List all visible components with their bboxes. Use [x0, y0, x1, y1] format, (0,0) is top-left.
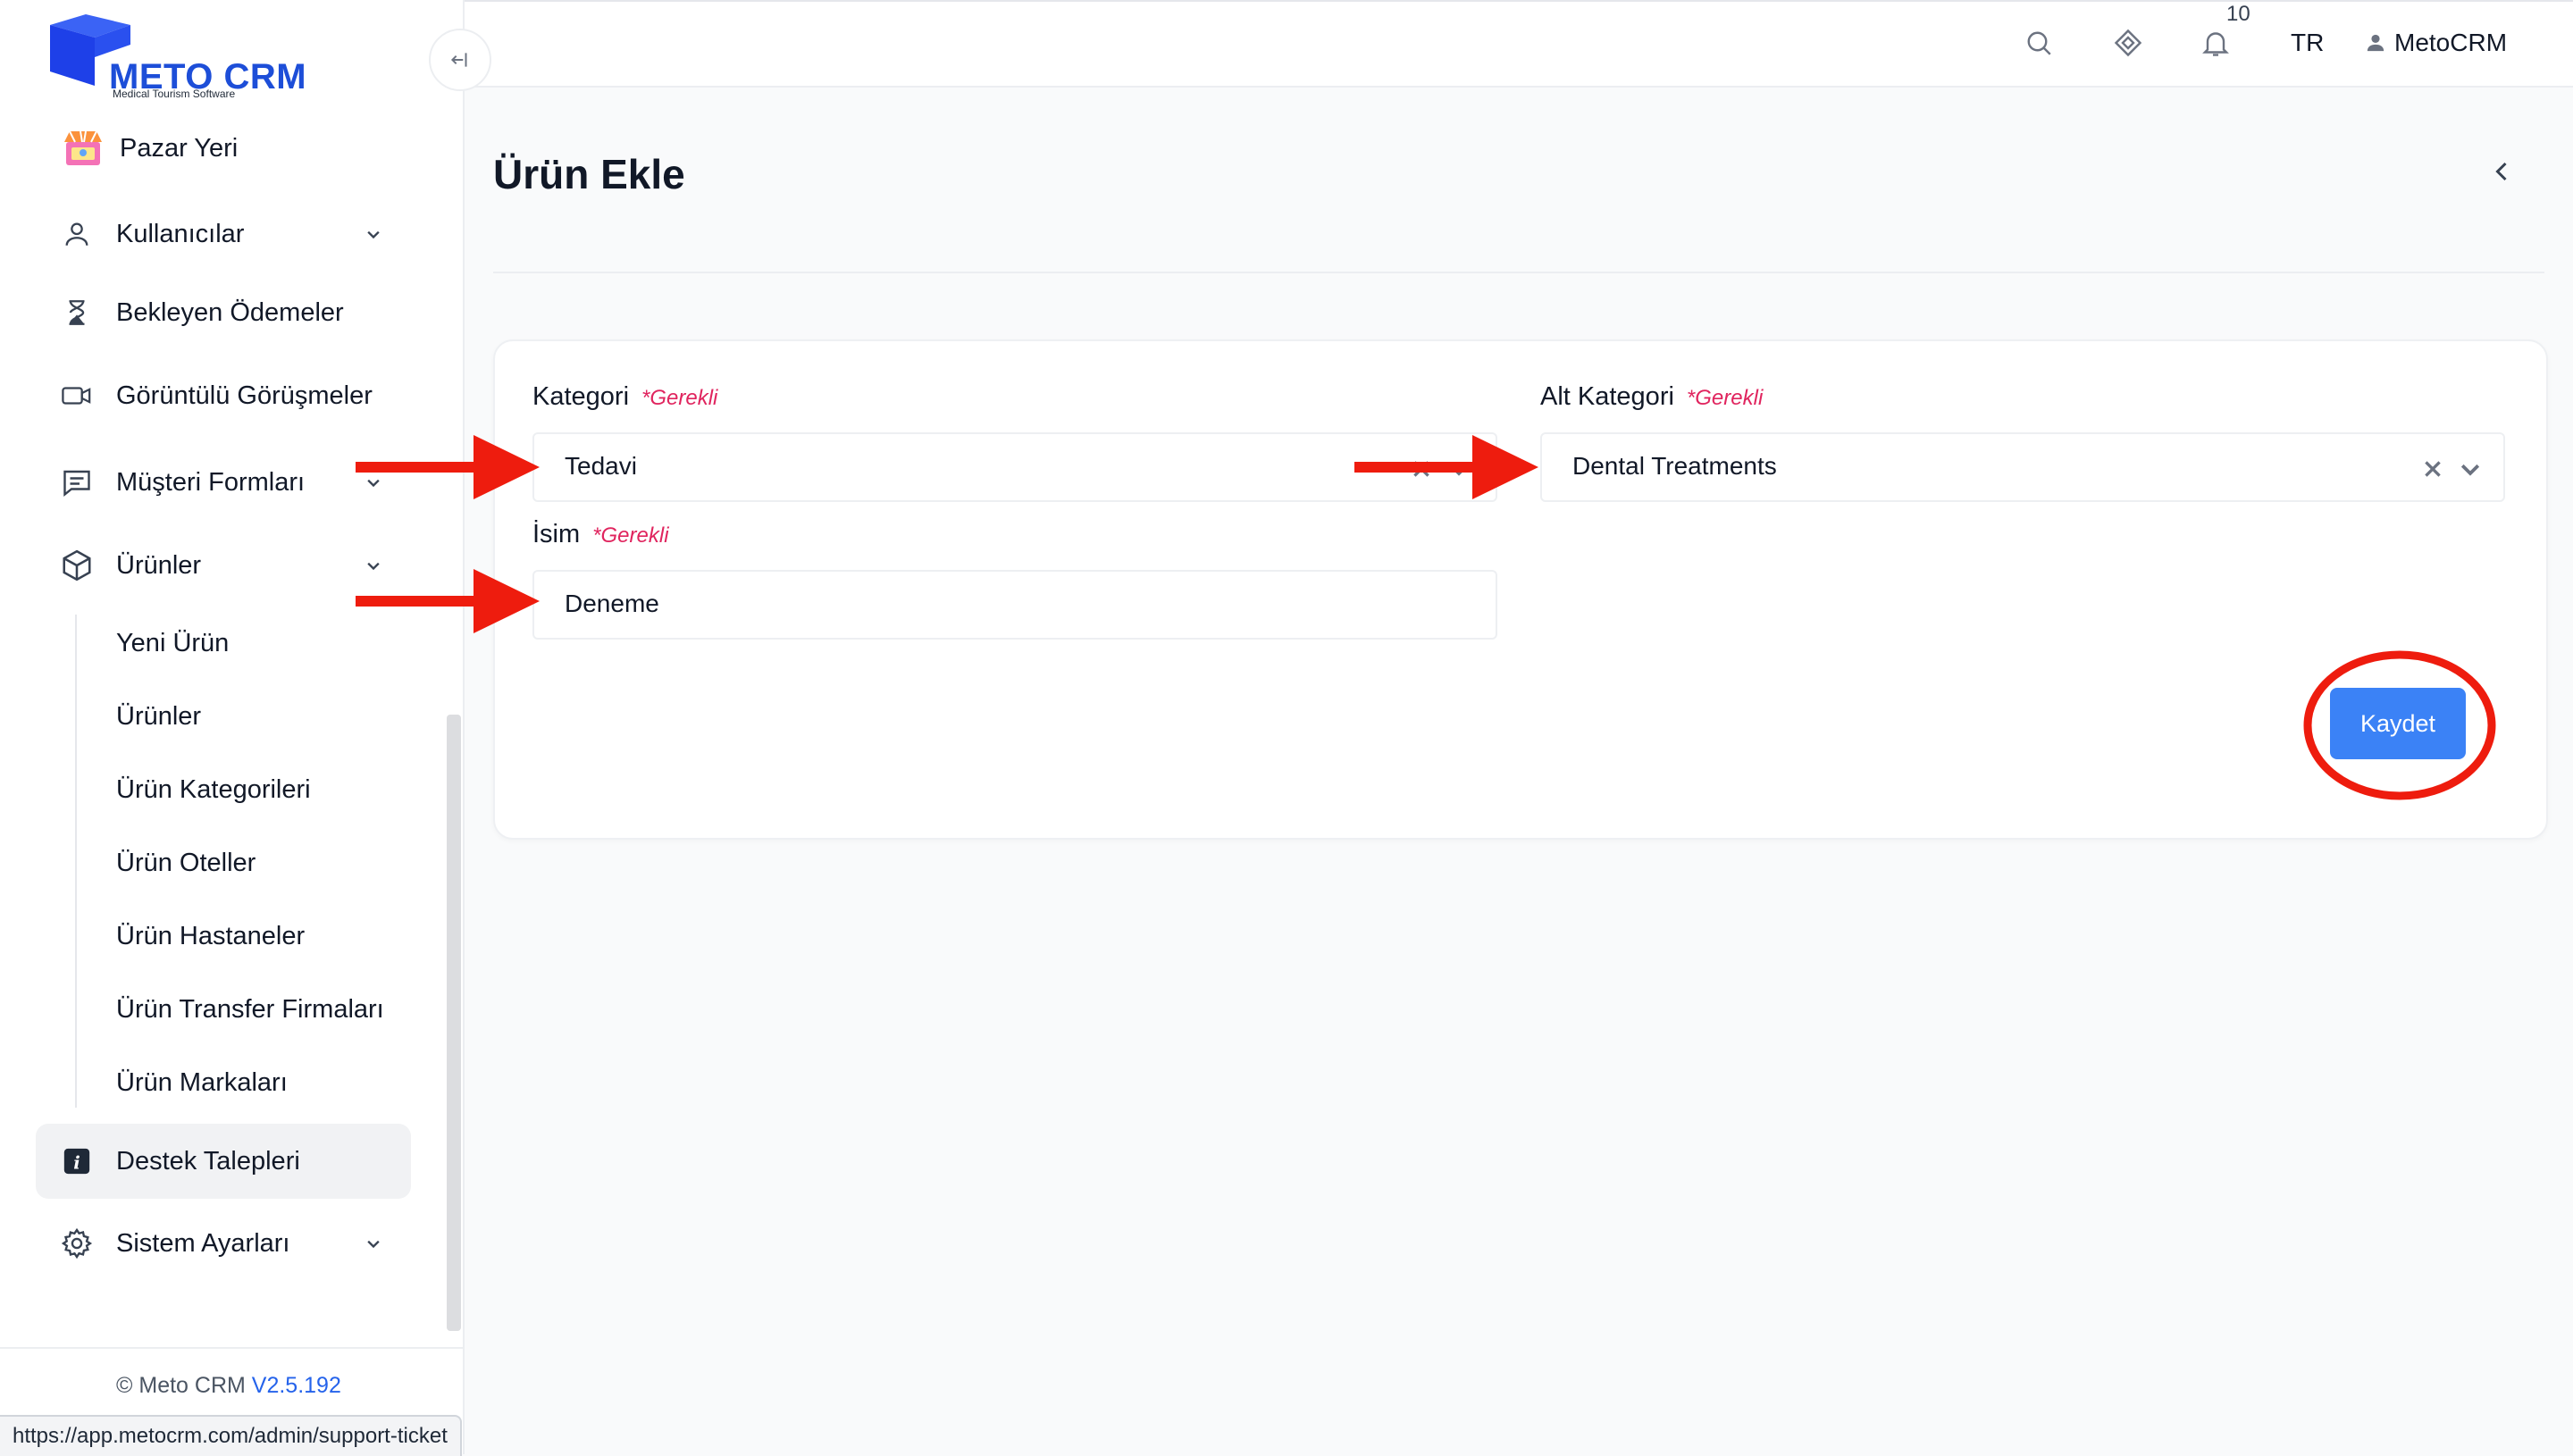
- submenu-item-new-product[interactable]: Yeni Ürün: [116, 629, 229, 658]
- sidebar-item-label: Pazar Yeri: [120, 133, 239, 163]
- category-value: Tedavi: [565, 452, 637, 480]
- user-name: MetoCRM: [2394, 29, 2508, 56]
- sidebar-item-video-calls[interactable]: Görüntülü Görüşmeler: [36, 360, 411, 431]
- sidebar-item-system-settings[interactable]: Sistem Ayarları: [36, 1208, 411, 1279]
- version-link[interactable]: V2.5.192: [252, 1373, 341, 1398]
- title-divider: [493, 272, 2544, 273]
- sidebar-item-users[interactable]: Kullanıcılar: [36, 198, 411, 270]
- marketplace-icon: [61, 126, 105, 171]
- apps-diamond-icon[interactable]: [2112, 27, 2144, 59]
- submenu-item-product-transfer-companies[interactable]: Ürün Transfer Firmaları: [116, 995, 384, 1025]
- page-title: Ürün Ekle: [493, 151, 685, 197]
- submenu-item-product-brands[interactable]: Ürün Markaları: [116, 1068, 288, 1098]
- submenu-guide-line: [75, 615, 77, 1108]
- submenu-item-product-hospitals[interactable]: Ürün Hastaneler: [116, 922, 305, 951]
- name-label: İsim *Gerekli: [532, 520, 669, 549]
- product-form-card: Kategori *Gerekli Tedavi Alt Kategori *Ger…: [493, 339, 2548, 840]
- clear-icon[interactable]: [2421, 457, 2444, 481]
- sidebar-item-label: Kullanıcılar: [116, 219, 245, 248]
- chevron-down-icon: [367, 230, 380, 239]
- chevron-down-icon[interactable]: [2457, 456, 2484, 482]
- name-value: Deneme: [565, 590, 659, 617]
- submenu-item-product-categories[interactable]: Ürün Kategorileri: [116, 775, 311, 805]
- name-label-text: İsim: [532, 520, 581, 548]
- category-select[interactable]: Tedavi: [532, 432, 1497, 502]
- user-icon: [2367, 34, 2384, 52]
- sidebar-item-customer-forms[interactable]: Müşteri Formları: [36, 447, 411, 518]
- box-icon: [59, 548, 95, 583]
- required-badge: *Gerekli: [592, 523, 669, 548]
- save-button[interactable]: Kaydet: [2330, 688, 2466, 759]
- sidebar-item-pending-payments[interactable]: Bekleyen Ödemeler: [36, 277, 411, 348]
- subcategory-label: Alt Kategori *Gerekli: [1540, 382, 1763, 412]
- sidebar-item-label: Destek Talepleri: [116, 1146, 300, 1176]
- subcategory-select[interactable]: Dental Treatments: [1540, 432, 2505, 502]
- hourglass-icon: [59, 295, 95, 331]
- form-icon: [59, 464, 95, 500]
- sidebar-item-label: Müşteri Formları: [116, 467, 306, 497]
- language-selector[interactable]: TR: [2291, 29, 2324, 57]
- chevron-down-icon: [367, 562, 380, 571]
- name-input[interactable]: Deneme: [532, 570, 1497, 640]
- subcategory-value: Dental Treatments: [1572, 452, 1777, 480]
- video-camera-icon: [59, 378, 95, 414]
- sidebar-item-label: Ürünler: [116, 550, 202, 580]
- sidebar-collapse-button[interactable]: [429, 29, 491, 91]
- top-bar: [465, 2, 2573, 88]
- category-label: Kategori *Gerekli: [532, 382, 717, 412]
- clear-icon[interactable]: [1410, 457, 1433, 481]
- bell-icon[interactable]: [2200, 27, 2232, 59]
- sidebar-item-support-tickets[interactable]: i Destek Talepleri: [36, 1124, 411, 1199]
- subcategory-label-text: Alt Kategori: [1540, 382, 1674, 411]
- required-badge: *Gerekli: [641, 386, 718, 410]
- copyright-text: © Meto CRM: [116, 1373, 246, 1398]
- gear-icon: [59, 1226, 95, 1261]
- required-badge: *Gerekli: [1686, 386, 1764, 410]
- user-menu[interactable]: MetoCRM: [2366, 29, 2507, 57]
- collapse-arrow-icon: [450, 53, 467, 67]
- search-icon[interactable]: [2023, 27, 2055, 59]
- sidebar-item-label: Görüntülü Görüşmeler: [116, 381, 373, 410]
- status-bar-url: https://app.metocrm.com/admin/support-ti…: [0, 1415, 462, 1456]
- chevron-down-icon[interactable]: [1446, 456, 1472, 482]
- logo-subtitle: Medical Tourism Software: [113, 88, 236, 100]
- copyright: © Meto CRM V2.5.192: [116, 1373, 341, 1399]
- category-label-text: Kategori: [532, 382, 630, 411]
- sidebar-item-label: Sistem Ayarları: [116, 1228, 290, 1258]
- sidebar-item-products[interactable]: Ürünler: [36, 530, 411, 601]
- chevron-down-icon: [367, 1240, 380, 1249]
- sidebar-scrollbar[interactable]: [447, 715, 461, 1331]
- submenu-item-products[interactable]: Ürünler: [116, 702, 201, 732]
- user-icon: [59, 216, 95, 252]
- info-icon: i: [59, 1143, 95, 1179]
- sidebar-footer-divider: [0, 1347, 463, 1349]
- sidebar-item-marketplace[interactable]: Pazar Yeri: [36, 113, 411, 184]
- chevron-down-icon: [367, 479, 380, 488]
- svg-text:i: i: [73, 1152, 80, 1174]
- notification-count: 10: [2226, 2, 2250, 26]
- submenu-item-product-hotels[interactable]: Ürün Oteller: [116, 849, 256, 878]
- sidebar-item-label: Bekleyen Ödemeler: [116, 297, 344, 327]
- sidebar: METO CRM Medical Tourism Software Pazar …: [0, 0, 465, 1454]
- back-chevron-icon[interactable]: [2485, 155, 2518, 188]
